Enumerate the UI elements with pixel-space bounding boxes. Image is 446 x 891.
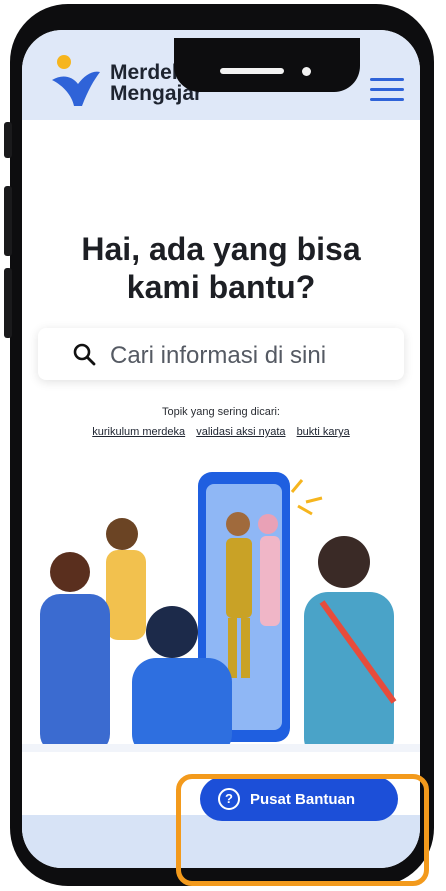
topics-links: kurikulum merdeka validasi aksi nyata bu… xyxy=(22,426,420,438)
side-button xyxy=(4,268,12,338)
search-icon xyxy=(73,343,96,366)
topics-label: Topik yang sering dicari: xyxy=(161,406,280,418)
topic-link[interactable]: bukti karya xyxy=(297,426,350,438)
topic-link[interactable]: kurikulum merdeka xyxy=(92,426,185,438)
speaker xyxy=(220,68,284,74)
highlight-box xyxy=(176,774,429,886)
merdeka-mengajar-logo[interactable] xyxy=(50,54,102,108)
hamburger-menu-icon[interactable] xyxy=(370,78,404,104)
side-button xyxy=(4,186,12,256)
hero-illustration xyxy=(22,462,420,752)
topic-link[interactable]: validasi aksi nyata xyxy=(196,426,285,438)
phone-screen: Merdeka Mengajar Hai, ada yang bisa kami… xyxy=(22,30,420,868)
page-title: Hai, ada yang bisa kami bantu? xyxy=(81,231,361,305)
search-input[interactable]: Cari informasi di sini xyxy=(38,328,404,380)
search-placeholder: Cari informasi di sini xyxy=(110,342,327,369)
notch xyxy=(174,38,360,92)
side-button xyxy=(4,122,12,158)
camera xyxy=(302,67,311,76)
